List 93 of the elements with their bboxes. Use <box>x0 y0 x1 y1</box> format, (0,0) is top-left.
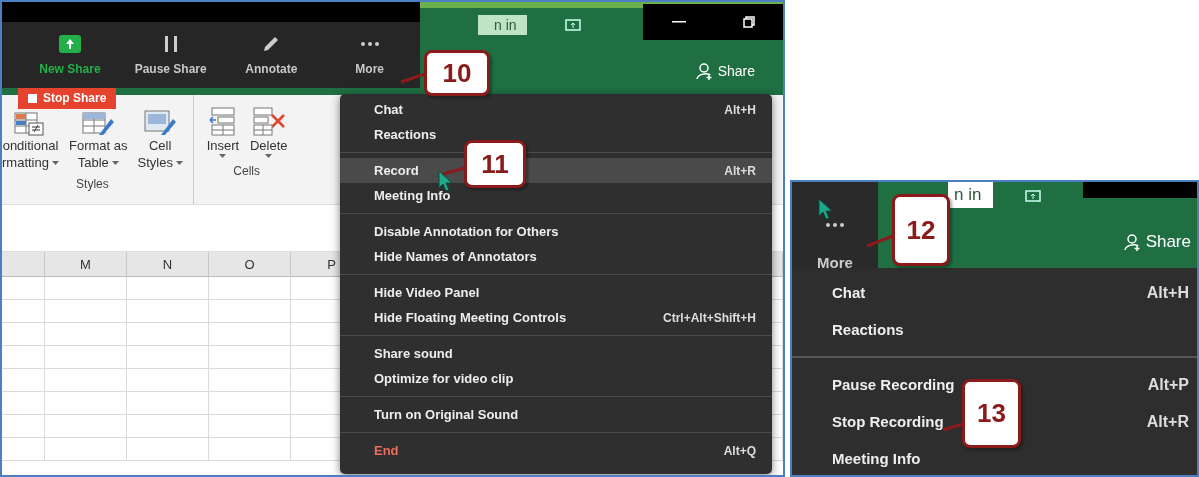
share-button[interactable]: Share <box>695 62 755 80</box>
menu-item[interactable]: Pause Recording <box>832 376 955 393</box>
leader-line <box>866 234 894 248</box>
menu-item[interactable]: Hide Floating Meeting Controls Ctrl+Alt+Shift+H <box>340 305 772 330</box>
shortcut-label: Alt+P <box>1147 375 1189 394</box>
menu-item[interactable]: Share sound <box>340 341 772 366</box>
leader-line <box>400 72 426 84</box>
table-cell[interactable] <box>45 369 127 392</box>
table-cell[interactable] <box>45 415 127 438</box>
column-header[interactable] <box>2 252 45 277</box>
table-cell[interactable] <box>209 415 291 438</box>
toolbar-button[interactable]: Annotate <box>223 34 320 88</box>
step-tooltip: 10 <box>424 50 490 96</box>
table-cell[interactable] <box>127 438 209 461</box>
sign-in-button[interactable]: n in <box>948 182 994 208</box>
menu-item[interactable]: Chat Alt+H <box>340 97 772 122</box>
step-tooltip: 11 <box>464 140 526 188</box>
table-cell[interactable] <box>209 369 291 392</box>
more-icon <box>359 41 380 47</box>
menu-item[interactable]: Turn on Original Sound <box>340 402 772 427</box>
pencil-icon <box>262 35 281 53</box>
delete-cells-icon <box>251 105 286 137</box>
ribbon-button[interactable]: Insert <box>203 105 242 158</box>
stop-share-button[interactable]: Stop Share <box>18 88 117 109</box>
table-cell[interactable] <box>2 369 45 392</box>
column-header[interactable]: M <box>45 252 127 277</box>
more-icon <box>825 222 845 228</box>
table-cell[interactable] <box>45 392 127 415</box>
menu-item[interactable]: Reactions <box>832 321 904 338</box>
table-cell[interactable] <box>2 277 45 300</box>
cursor-icon <box>818 198 834 220</box>
restore-icon <box>742 16 755 28</box>
shortcut-label: Alt+R <box>724 163 756 178</box>
table-cell[interactable] <box>2 415 45 438</box>
add-person-icon <box>1123 233 1142 251</box>
step-tooltip: 12 <box>892 194 950 266</box>
shortcut-label: Alt+Q <box>723 443 756 458</box>
group-label: Cells <box>233 164 260 178</box>
table-cell[interactable] <box>2 438 45 461</box>
table-cell[interactable] <box>127 323 209 346</box>
table-cell[interactable] <box>209 323 291 346</box>
table-cell[interactable] <box>209 300 291 323</box>
toolbar-button[interactable]: Pause Share <box>117 34 224 88</box>
layout-icon <box>564 19 581 31</box>
table-cell[interactable] <box>127 369 209 392</box>
table-cell[interactable] <box>2 392 45 415</box>
table-cell[interactable] <box>209 438 291 461</box>
menu-item[interactable]: Chat <box>832 284 866 301</box>
table-cell[interactable] <box>45 346 127 369</box>
table-cell[interactable] <box>2 300 45 323</box>
more-button[interactable]: More <box>817 222 853 271</box>
table-cell[interactable] <box>45 323 127 346</box>
table-cell[interactable] <box>2 323 45 346</box>
column-header[interactable]: O <box>209 252 291 277</box>
sign-in-button[interactable]: n in <box>478 15 527 35</box>
table-cell[interactable] <box>127 300 209 323</box>
group-label: Styles <box>76 177 109 191</box>
ribbon-button[interactable]: Cell Styles <box>135 105 185 171</box>
table-cell[interactable] <box>127 415 209 438</box>
menu-item[interactable]: Disable Annotation for Others <box>340 219 772 244</box>
leader-line <box>442 166 466 176</box>
table-cell[interactable] <box>209 277 291 300</box>
menu-item[interactable]: Meeting Info <box>832 450 921 467</box>
shortcut-label: Alt+R <box>1146 412 1189 431</box>
toolbar-button[interactable]: More <box>319 34 420 88</box>
table-cell[interactable] <box>45 438 127 461</box>
menu-item[interactable]: Hide Video Panel <box>340 280 772 305</box>
pause-icon <box>162 35 179 53</box>
table-cell[interactable] <box>127 392 209 415</box>
share-button[interactable]: Share <box>1123 232 1191 252</box>
add-person-icon <box>695 62 714 80</box>
stop-icon <box>28 93 37 103</box>
cursor-icon <box>438 170 454 192</box>
shortcut-label: Alt+H <box>1146 283 1189 302</box>
shortcut-label: Alt+H <box>724 102 756 117</box>
ribbon-button[interactable]: Delete <box>247 105 290 158</box>
step-tooltip: 13 <box>962 379 1021 448</box>
column-header[interactable]: N <box>127 252 209 277</box>
table-cell[interactable] <box>45 300 127 323</box>
layout-icon <box>1025 190 1042 202</box>
table-cell[interactable] <box>209 346 291 369</box>
menu-item[interactable]: Optimize for video clip <box>340 366 772 391</box>
table-cell[interactable] <box>209 392 291 415</box>
minimize-icon <box>671 21 686 23</box>
table-cell[interactable] <box>127 346 209 369</box>
toolbar-button[interactable]: New Share <box>22 34 118 88</box>
shortcut-label: Ctrl+Alt+Shift+H <box>663 310 756 325</box>
menu-item[interactable]: Stop Recording <box>832 413 944 430</box>
menu-item[interactable]: End Alt+Q <box>340 438 772 463</box>
table-cell[interactable] <box>127 277 209 300</box>
leader-line <box>942 422 964 432</box>
table-cell[interactable] <box>45 277 127 300</box>
table-cell[interactable] <box>2 346 45 369</box>
